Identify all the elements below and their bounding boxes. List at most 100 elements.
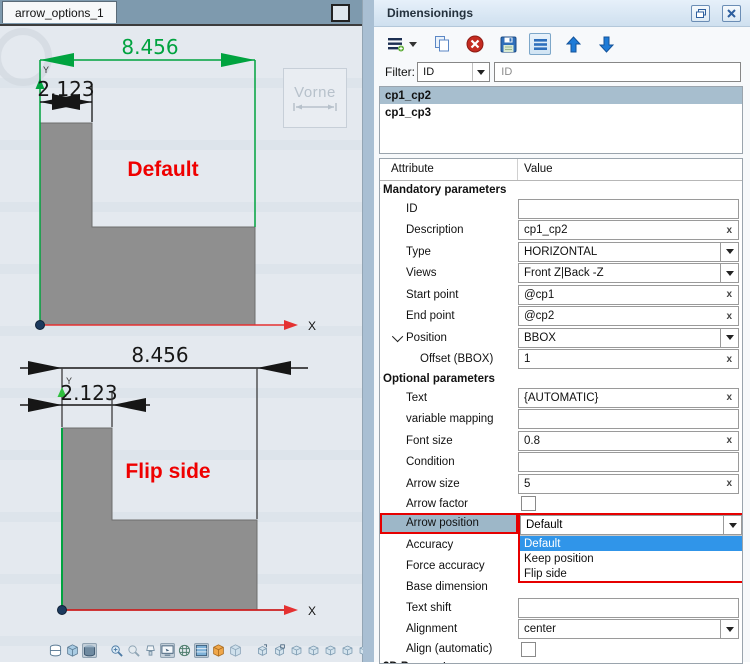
chevron-down-icon[interactable]: [723, 516, 741, 534]
panel-title: Dimensionings: [387, 6, 474, 20]
list-item-cp1-cp3[interactable]: cp1_cp3: [380, 104, 742, 121]
arrow-size-input[interactable]: 5x: [518, 473, 739, 494]
panel-view-icon[interactable]: [194, 642, 209, 658]
group-row-3d-parameter[interactable]: 3D Parameter: [380, 658, 742, 663]
header-value: Value: [524, 163, 553, 175]
chevron-down-icon[interactable]: [720, 328, 738, 347]
menu-add-icon[interactable]: [385, 33, 407, 55]
chevron-down-icon[interactable]: [472, 63, 489, 81]
move-down-icon[interactable]: [595, 33, 617, 55]
dimension-list[interactable]: cp1_cp2 cp1_cp3: [379, 86, 743, 154]
screen-select-icon[interactable]: [160, 642, 175, 658]
chevron-down-icon[interactable]: [720, 620, 738, 639]
filter-field-select[interactable]: ID: [417, 62, 491, 82]
clear-icon[interactable]: x: [720, 392, 738, 403]
annotation-flip: Flip side: [125, 460, 210, 483]
filter-query-input[interactable]: ID: [494, 62, 741, 82]
description-input[interactable]: cp1_cp2 x: [518, 220, 739, 241]
filter-field-value: ID: [423, 66, 435, 78]
list-item-cp1-cp2[interactable]: cp1_cp2: [380, 87, 742, 104]
position-select[interactable]: BBOX: [518, 327, 739, 348]
arrow-factor-checkbox[interactable]: [521, 496, 536, 511]
cube-orange-view-icon[interactable]: [211, 643, 226, 658]
x-axis-label-flip: X: [308, 604, 316, 618]
param-row-variable-mapping: variable mapping: [380, 409, 742, 431]
clear-icon[interactable]: x: [720, 225, 738, 236]
table-body: Mandatory parameters ID Description cp1_…: [380, 181, 742, 663]
end-point-input[interactable]: @cp2 x: [518, 306, 739, 327]
group-row-optional[interactable]: Optional parameters: [380, 370, 742, 387]
maximize-icon[interactable]: [331, 4, 350, 22]
param-row-start-point: Start point @cp1 x: [380, 284, 742, 306]
type-select[interactable]: HORIZONTAL: [518, 241, 739, 262]
param-row-text-shift: Text shift: [380, 597, 742, 619]
dropdown-option-default[interactable]: Default: [520, 536, 742, 551]
arrow-position-dropdown: Default Default Keep position Flip side: [518, 513, 742, 583]
param-row-align-automatic: Align (automatic): [380, 640, 742, 658]
variable-mapping-input[interactable]: [518, 409, 739, 430]
cube-view-icon[interactable]: [65, 643, 80, 658]
part-shape-flip: [61, 427, 258, 611]
filter-row: Filter: ID ID: [385, 62, 741, 82]
dropdown-option-flip-side[interactable]: Flip side: [520, 566, 742, 581]
cube-iso-4-icon[interactable]: [340, 643, 355, 658]
cad-canvas: 8.456 Y 2.123 Default X 8.456 Y 2.123 Fl…: [20, 35, 316, 618]
save-icon[interactable]: [497, 33, 519, 55]
param-row-text: Text {AUTOMATIC} x: [380, 387, 742, 409]
start-point-input[interactable]: @cp1 x: [518, 284, 739, 305]
chevron-down-icon[interactable]: [720, 264, 738, 283]
zoom-previous-icon[interactable]: [126, 643, 141, 658]
panel-toolbar: [385, 31, 617, 57]
offset-bbox-input[interactable]: 1x: [518, 349, 739, 370]
arrow-position-select[interactable]: Default: [520, 515, 742, 535]
cube-iso-3-icon[interactable]: [323, 643, 338, 658]
cylinder-view-icon[interactable]: [48, 643, 63, 658]
cube-rotate-2-icon[interactable]: [272, 643, 287, 658]
text-input[interactable]: {AUTOMATIC} x: [518, 387, 739, 408]
clear-icon[interactable]: x: [720, 354, 738, 365]
delete-icon[interactable]: [464, 33, 486, 55]
cylinder-solid-view-icon[interactable]: [82, 642, 97, 658]
origin-marker-default: [35, 320, 45, 330]
tab-arrow-options[interactable]: arrow_options_1: [2, 1, 117, 23]
cube-iso-1-icon[interactable]: [289, 643, 304, 658]
move-up-icon[interactable]: [562, 33, 584, 55]
cube-iso-2-icon[interactable]: [306, 643, 321, 658]
arrow-position-label-highlighted[interactable]: Arrow position: [380, 512, 518, 534]
condition-input[interactable]: [518, 452, 739, 473]
lamp-icon[interactable]: [143, 643, 158, 658]
clear-icon[interactable]: x: [720, 435, 738, 446]
text-shift-input[interactable]: [518, 597, 739, 618]
view-toolbar: [48, 641, 389, 659]
list-view-icon[interactable]: [529, 33, 551, 55]
origin-marker-flip: [57, 605, 67, 615]
font-size-input[interactable]: 0.8 x: [518, 430, 739, 451]
menu-caret-icon[interactable]: [409, 41, 417, 47]
layers-icon[interactable]: [177, 643, 192, 658]
dim-width-default: 8.456: [121, 35, 178, 59]
close-icon[interactable]: [722, 5, 741, 22]
id-input[interactable]: [518, 198, 739, 219]
clear-icon[interactable]: x: [720, 289, 738, 300]
clear-icon[interactable]: x: [720, 311, 738, 322]
part-shape-default: [39, 122, 256, 326]
cube-rotate-1-icon[interactable]: [255, 643, 270, 658]
cube-light-view-icon[interactable]: [228, 643, 243, 658]
dropdown-option-keep-position[interactable]: Keep position: [520, 551, 742, 566]
tab-title: arrow_options_1: [15, 5, 104, 20]
dropdown-options: Default Keep position Flip side: [520, 535, 742, 581]
group-row-mandatory[interactable]: Mandatory parameters: [380, 181, 742, 198]
chevron-down-icon[interactable]: [720, 242, 738, 261]
copy-icon[interactable]: [431, 33, 453, 55]
alignment-select[interactable]: center: [518, 619, 739, 640]
cad-viewport[interactable]: Vorne 8.456 Y 2.123 Default X 8.456 Y 2.…: [0, 26, 387, 662]
views-select[interactable]: Front Z|Back -Z: [518, 263, 739, 284]
zoom-in-icon[interactable]: [109, 643, 124, 658]
clear-icon[interactable]: x: [720, 478, 738, 489]
cad-tabbar: arrow_options_1: [0, 0, 362, 26]
param-row-id: ID: [380, 198, 742, 220]
param-row-arrow-size: Arrow size 5x: [380, 473, 742, 495]
y-axis-label-default: Y: [43, 65, 49, 75]
align-automatic-checkbox[interactable]: [521, 641, 536, 657]
restore-icon[interactable]: [691, 5, 710, 22]
